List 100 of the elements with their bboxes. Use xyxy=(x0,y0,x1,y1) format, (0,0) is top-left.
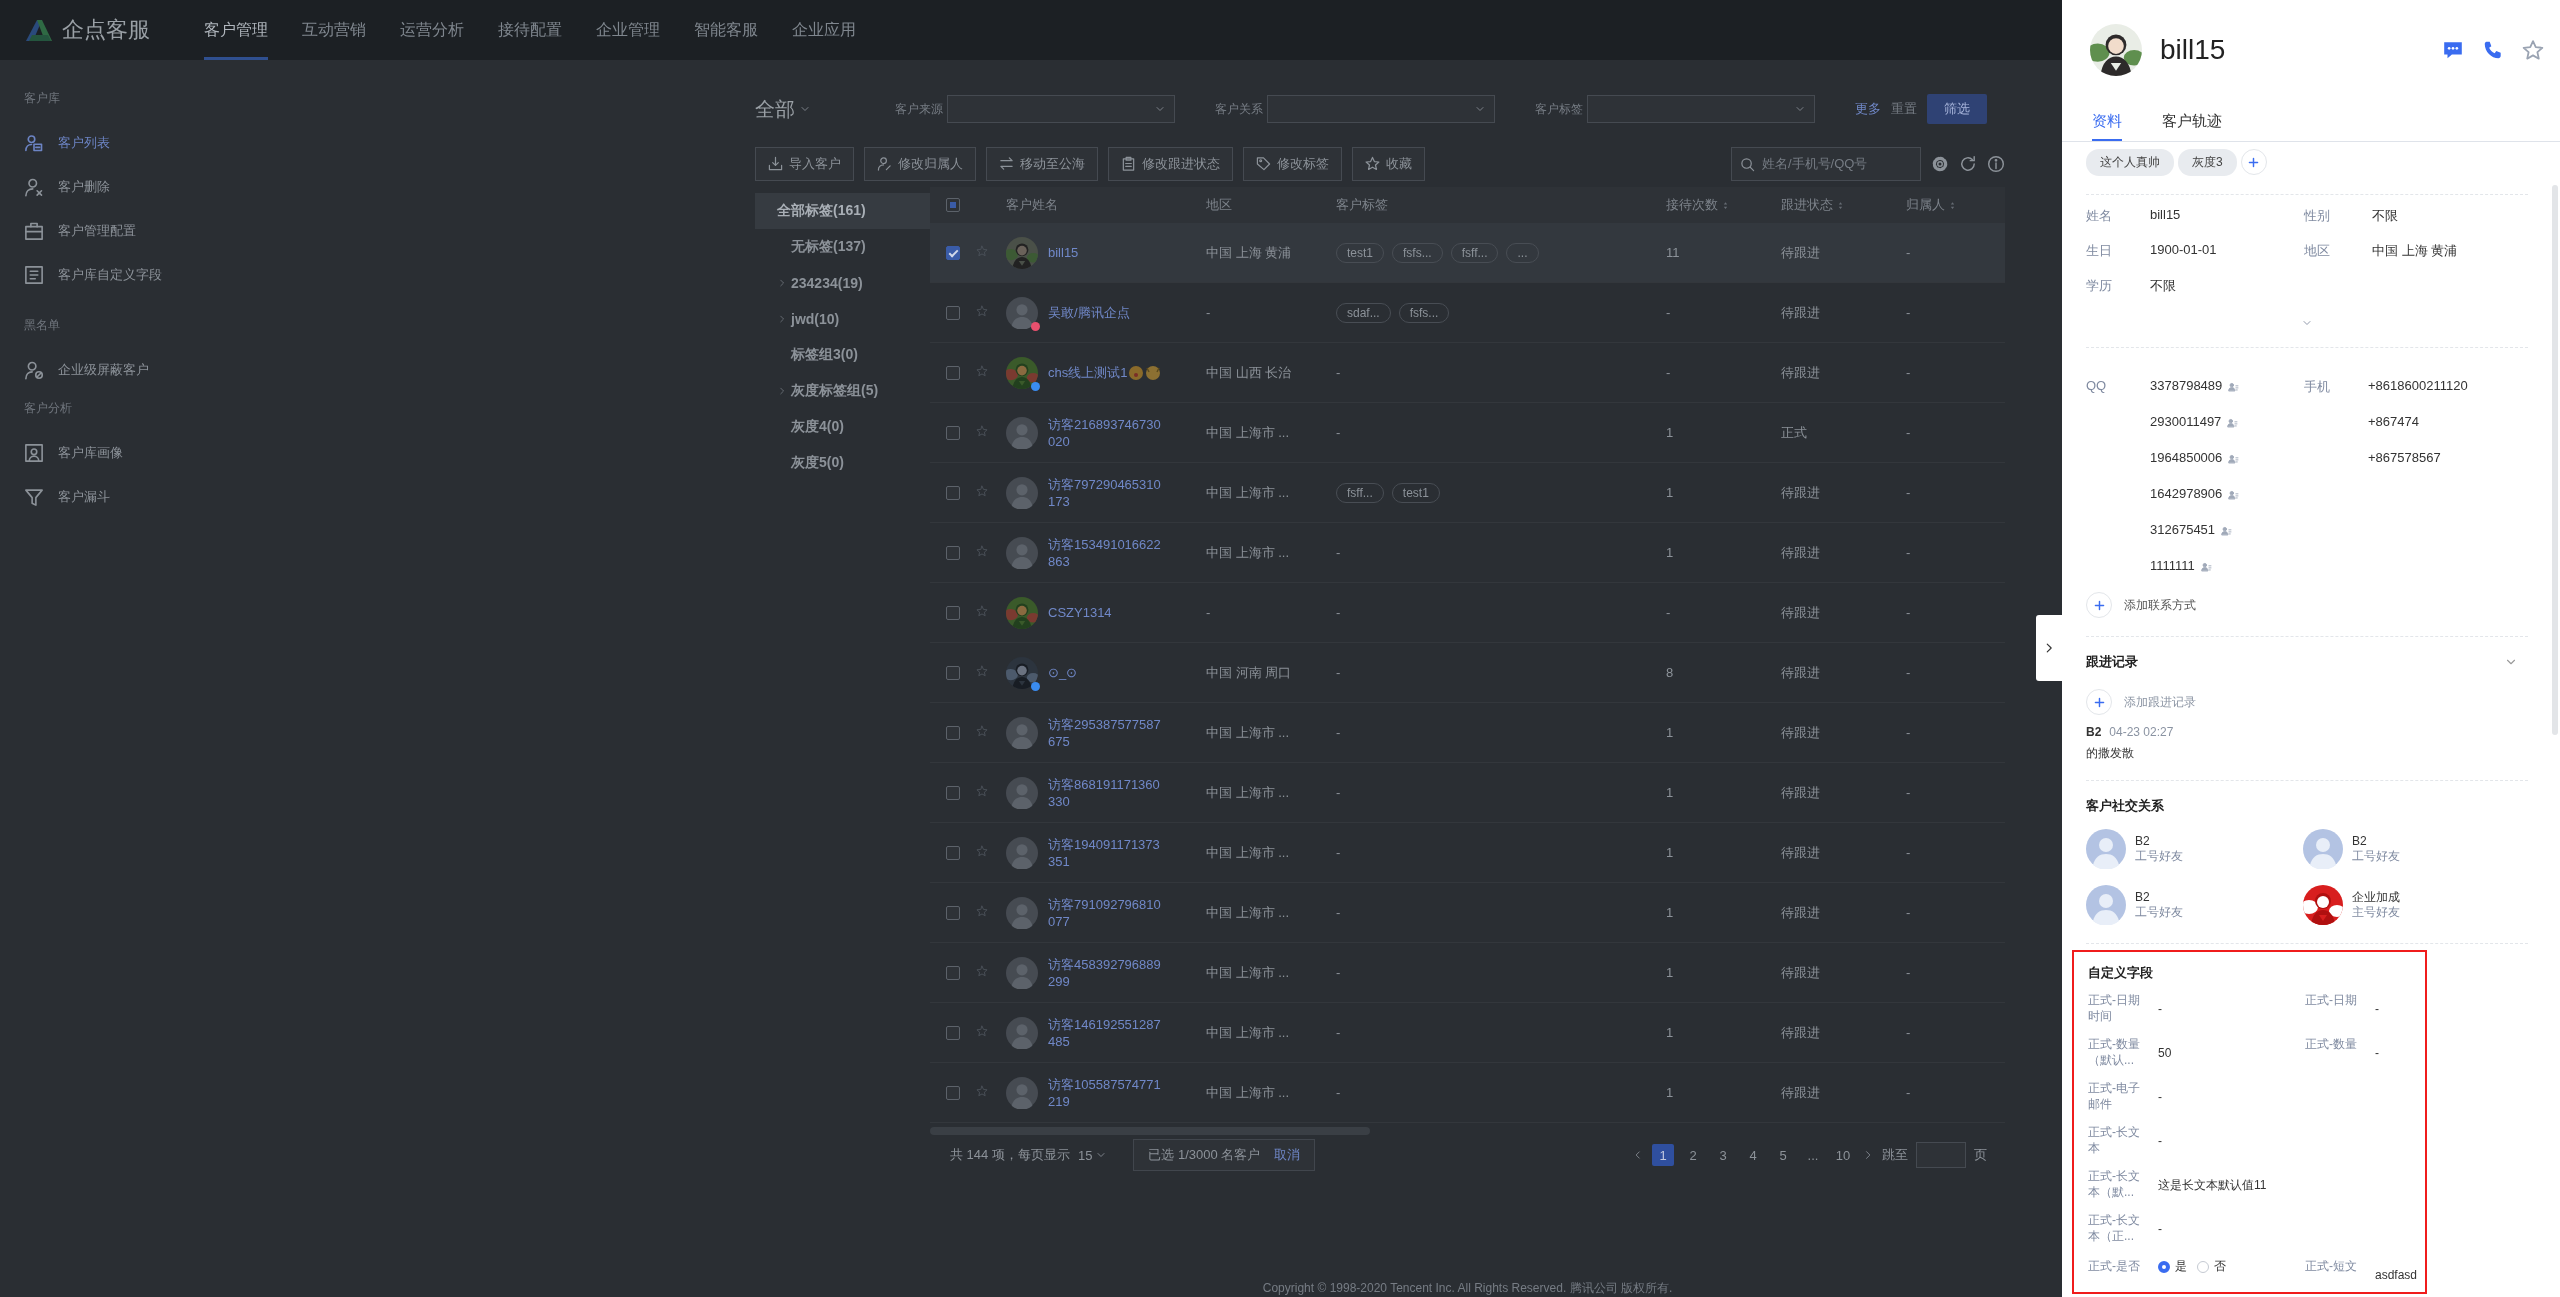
cancel-link[interactable]: 取消 xyxy=(1274,1146,1301,1164)
customer-name-link[interactable]: 访客194091171373351 xyxy=(1048,835,1166,870)
scope-dropdown[interactable]: 全部 xyxy=(755,95,885,123)
field-value: - xyxy=(2158,1002,2162,1016)
add-contact-button[interactable] xyxy=(2086,592,2112,618)
row-checkbox[interactable] xyxy=(946,725,960,740)
logo-icon xyxy=(24,18,54,42)
tag-tree-item[interactable]: 标签组3(0) xyxy=(755,337,930,373)
customer-name-link[interactable]: chs线上测试1 xyxy=(1048,364,1166,381)
customer-name-link[interactable]: ⊙_⊙ xyxy=(1048,664,1166,681)
more-link[interactable]: 更多 xyxy=(1855,100,1881,119)
page-button[interactable]: ... xyxy=(1802,1144,1824,1166)
row-checkbox[interactable] xyxy=(946,785,960,800)
customer-name-link[interactable]: 访客458392796889299 xyxy=(1048,955,1166,990)
nav-tab[interactable]: 客户管理 xyxy=(204,0,268,60)
tag-tree-item[interactable]: 灰度5(0) xyxy=(755,445,930,481)
row-checkbox[interactable] xyxy=(946,965,960,980)
reset-link[interactable]: 重置 xyxy=(1891,100,1917,119)
add-record-button[interactable] xyxy=(2086,689,2112,715)
toolbar-button[interactable]: 修改跟进状态 xyxy=(1108,146,1233,181)
nav-tab[interactable]: 运营分析 xyxy=(400,0,464,60)
radio-label: 是 xyxy=(2175,1258,2187,1275)
customer-name-link[interactable]: 访客797290465310173 xyxy=(1048,475,1166,510)
row-checkbox[interactable] xyxy=(946,485,960,500)
row-checkbox[interactable] xyxy=(946,905,960,920)
row-checkbox[interactable] xyxy=(946,425,960,440)
row-checkbox[interactable] xyxy=(946,665,960,680)
panel-tab[interactable]: 客户轨迹 xyxy=(2162,100,2222,141)
tag-tree-item[interactable]: 灰度4(0) xyxy=(755,409,930,445)
table-cell-text: 中国 河南 周口 xyxy=(1206,663,1293,682)
tag-tree-item[interactable]: 灰度标签组(5) xyxy=(755,373,930,409)
filter-button[interactable]: 筛选 xyxy=(1927,94,1987,125)
page-button[interactable]: 3 xyxy=(1712,1144,1734,1166)
customer-name-link[interactable]: 访客868191171360330 xyxy=(1048,775,1166,810)
customer-name-link[interactable]: 访客791092796810077 xyxy=(1048,895,1166,930)
toolbar-button[interactable]: 修改归属人 xyxy=(864,146,976,181)
sidebar-item[interactable]: 企业级屏蔽客户 xyxy=(24,348,149,392)
row-checkbox[interactable] xyxy=(946,545,960,560)
select-field[interactable] xyxy=(1267,95,1495,124)
table-cell: - xyxy=(1336,665,1341,680)
qq-number: 1964850006 xyxy=(2150,450,2223,466)
page-input[interactable] xyxy=(1916,1142,1966,1168)
row-checkbox[interactable] xyxy=(946,365,960,380)
nav-tab[interactable]: 接待配置 xyxy=(498,0,562,60)
tag-tree-item[interactable]: jwd(10) xyxy=(755,301,930,337)
sidebar-item[interactable]: 客户库自定义字段 xyxy=(24,253,162,297)
toolbar-button[interactable]: 修改标签 xyxy=(1243,146,1342,181)
toolbar-button[interactable]: 移动至公海 xyxy=(986,146,1098,181)
page-button[interactable]: 2 xyxy=(1682,1144,1704,1166)
sidebar-item[interactable]: 客户列表 xyxy=(24,121,110,165)
nav-tab[interactable]: 企业管理 xyxy=(596,0,660,60)
nav-tab[interactable]: 互动营销 xyxy=(302,0,366,60)
select-all-checkbox[interactable] xyxy=(946,198,960,212)
scrollbar[interactable] xyxy=(2552,185,2558,735)
customer-name-link[interactable]: 访客146192551287485 xyxy=(1048,1015,1166,1050)
table-cell-text: 中国 上海 黄浦 xyxy=(1206,243,1293,262)
customer-name-link[interactable]: 访客105587574771219 xyxy=(1048,1075,1166,1110)
add-tag-button[interactable] xyxy=(2240,149,2267,175)
page-button[interactable]: 5 xyxy=(1772,1144,1794,1166)
customer-name-link[interactable]: 访客295387577587675 xyxy=(1048,715,1166,750)
toolbar-button[interactable]: 导入客户 xyxy=(755,146,854,181)
select-field[interactable] xyxy=(1587,95,1815,124)
row-checkbox[interactable] xyxy=(946,1025,960,1040)
tag-tree-item[interactable]: 全部标签(161) xyxy=(755,193,930,229)
qq-number: 3378798489 xyxy=(2150,378,2223,394)
tag-tree-item[interactable]: 无标签(137) xyxy=(755,229,930,265)
customer-name-link[interactable]: 吴敢/腾讯企点 xyxy=(1048,304,1166,321)
sidebar-item[interactable]: 客户删除 xyxy=(24,165,110,209)
row-checkbox[interactable] xyxy=(946,245,960,260)
tag-tree-item[interactable]: 234234(19) xyxy=(755,265,930,301)
customer-name-link[interactable]: bill15 xyxy=(1048,244,1166,261)
table-cell: - xyxy=(1336,1025,1341,1040)
panel-tab[interactable]: 资料 xyxy=(2092,100,2122,141)
row-checkbox[interactable] xyxy=(946,845,960,860)
toolbar-button[interactable]: 收藏 xyxy=(1352,146,1425,181)
section-heading: 黑名单 xyxy=(24,317,60,334)
page-button[interactable]: 4 xyxy=(1742,1144,1764,1166)
contact-card-icon xyxy=(2227,416,2239,428)
star-icon xyxy=(976,965,988,977)
sidebar-item[interactable]: 客户管理配置 xyxy=(24,209,136,253)
nav-tab[interactable]: 企业应用 xyxy=(792,0,856,60)
page-button[interactable]: 1 xyxy=(1652,1144,1674,1166)
customer-name-link[interactable]: 访客216893746730020 xyxy=(1048,415,1166,450)
refresh-icon xyxy=(1959,154,1977,173)
row-checkbox[interactable] xyxy=(946,605,960,620)
customer-name-link[interactable]: CSZY1314 xyxy=(1048,604,1166,621)
page-button[interactable]: 10 xyxy=(1832,1144,1854,1166)
radio-button[interactable] xyxy=(2158,1260,2170,1273)
sidebar-item[interactable]: 客户漏斗 xyxy=(24,475,110,519)
select-field[interactable] xyxy=(947,95,1175,124)
column-header: 跟进状态 xyxy=(1781,196,1833,214)
row-checkbox[interactable] xyxy=(946,305,960,320)
customer-name-link[interactable]: 访客153491016622863 xyxy=(1048,535,1166,570)
search-field[interactable]: 姓名/手机号/QQ号 xyxy=(1731,146,1921,181)
phone-icon[interactable] xyxy=(2482,39,2504,61)
sidebar-item[interactable]: 客户库画像 xyxy=(24,431,123,475)
row-checkbox[interactable] xyxy=(946,1085,960,1100)
nav-tab[interactable]: 智能客服 xyxy=(694,0,758,60)
page-size-dropdown[interactable]: 15 xyxy=(1077,1147,1108,1163)
star-icon xyxy=(976,365,988,377)
